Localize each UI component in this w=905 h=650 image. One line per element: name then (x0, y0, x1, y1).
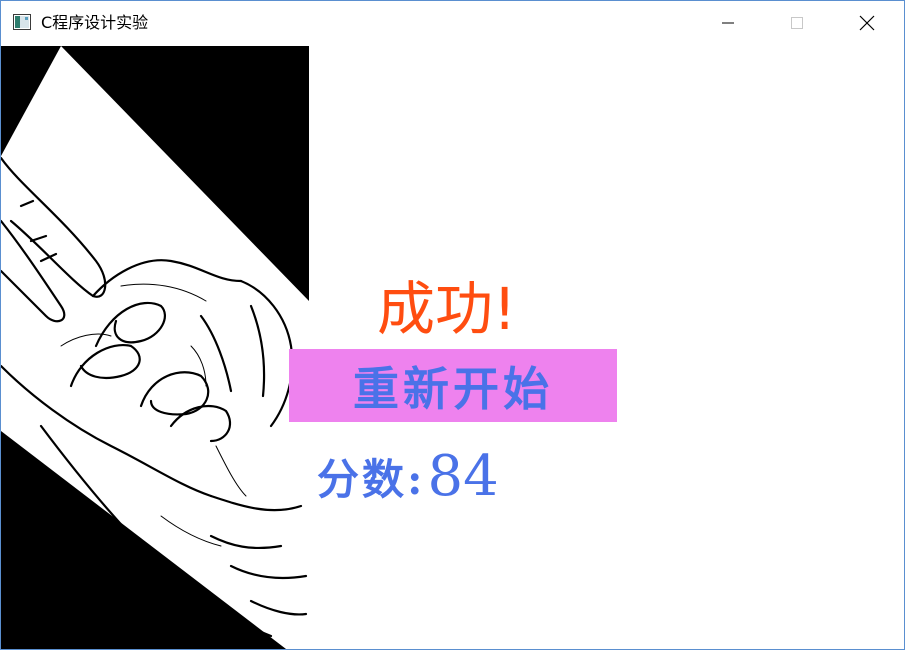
score-value: 84 (427, 443, 499, 509)
maximize-icon (791, 17, 803, 29)
restart-button[interactable]: 重新开始 (289, 349, 617, 422)
score-label: 分数: (317, 454, 426, 504)
result-text: 成功! (377, 275, 517, 343)
restart-button-label: 重新开始 (353, 361, 553, 416)
score-display: 分数: 84 (317, 441, 499, 511)
game-canvas: 成功! 重新开始 分数: 84 (1, 46, 904, 649)
app-icon (13, 14, 31, 30)
game-window: C程序设计实验 成功! 重新开始 分数: 84 (0, 0, 905, 650)
close-button[interactable] (844, 1, 890, 45)
minimize-button[interactable] (705, 1, 751, 45)
maximize-button[interactable] (774, 1, 820, 45)
window-title: C程序设计实验 (41, 13, 149, 32)
minimize-icon (722, 22, 734, 24)
title-bar[interactable]: C程序设计实验 (1, 1, 904, 46)
close-icon (859, 15, 875, 31)
hand-victory-image (1, 46, 309, 649)
